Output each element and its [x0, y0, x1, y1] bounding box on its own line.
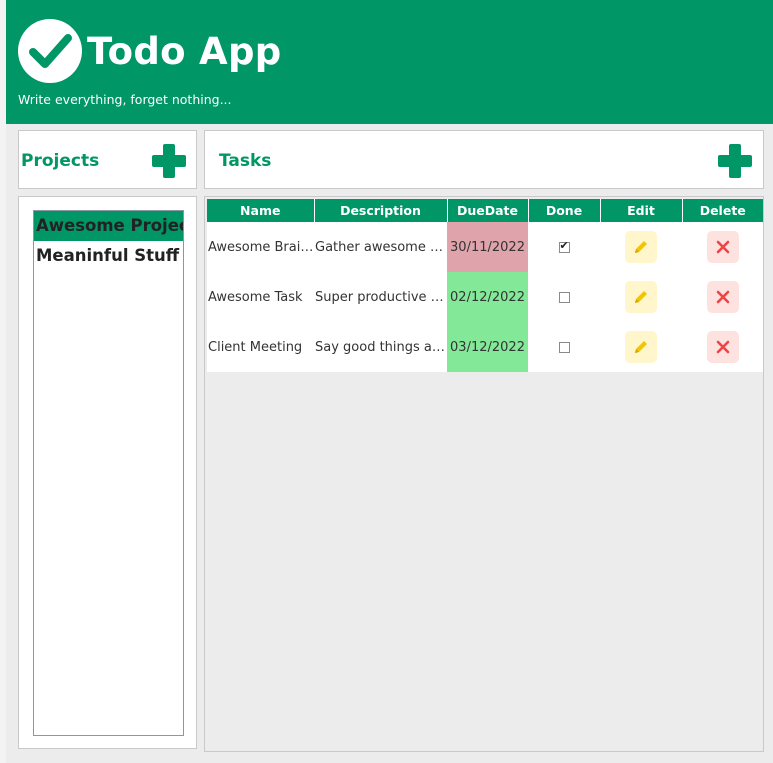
task-due-date: 03/12/2022: [447, 322, 528, 372]
project-item-label: Meaninful Stuff: [36, 246, 180, 265]
column-header-description[interactable]: Description: [314, 199, 448, 222]
pencil-icon: [635, 341, 647, 353]
add-project-button[interactable]: [152, 144, 186, 178]
task-delete-cell: [682, 322, 763, 372]
project-item-awesome-project[interactable]: Awesome Project: [34, 211, 183, 241]
task-done-cell: [528, 322, 600, 372]
task-description: Gather awesome te...: [314, 222, 447, 272]
tasks-header: Tasks: [204, 130, 764, 189]
table-row[interactable]: Awesome Brain... Gather awesome te... 30…: [207, 222, 763, 272]
tasks-title: Tasks: [219, 151, 272, 171]
table-header-row: Name Description DueDate Done Edit Delet…: [207, 199, 763, 222]
task-name: Awesome Brain...: [207, 222, 314, 272]
column-header-edit[interactable]: Edit: [600, 199, 683, 222]
add-task-button[interactable]: [718, 144, 752, 178]
projects-header: Projects: [18, 130, 197, 189]
done-checkbox[interactable]: [558, 239, 570, 253]
task-name: Client Meeting: [207, 322, 314, 372]
column-header-done[interactable]: Done: [528, 199, 601, 222]
column-header-name[interactable]: Name: [207, 199, 315, 222]
column-header-delete[interactable]: Delete: [682, 199, 763, 222]
edit-task-button[interactable]: [625, 331, 657, 363]
close-icon: [716, 290, 729, 304]
app-header: Todo App Write everything, forget nothin…: [6, 0, 773, 124]
tasks-table: Name Description DueDate Done Edit Delet…: [207, 199, 763, 372]
task-done-cell: [528, 272, 600, 322]
task-name: Awesome Task: [207, 272, 314, 322]
app-subtitle: Write everything, forget nothing...: [18, 92, 232, 107]
task-delete-cell: [682, 272, 763, 322]
pencil-icon: [635, 241, 647, 253]
todo-app-window: Todo App Write everything, forget nothin…: [6, 0, 773, 763]
table-row[interactable]: Awesome Task Super productive th... 02/1…: [207, 272, 763, 322]
tasks-panel: Name Description DueDate Done Edit Delet…: [204, 196, 764, 752]
task-delete-cell: [682, 222, 763, 272]
done-checkbox[interactable]: [558, 341, 570, 353]
table-row[interactable]: Client Meeting Say good things ab... 03/…: [207, 322, 763, 372]
edit-task-button[interactable]: [625, 231, 657, 263]
app-title: Todo App: [87, 30, 282, 73]
projects-panel: Awesome Project Meaninful Stuff: [18, 196, 197, 749]
edit-task-button[interactable]: [625, 281, 657, 313]
pencil-icon: [635, 291, 647, 303]
task-done-cell: [528, 222, 600, 272]
check-circle-icon: [18, 19, 82, 83]
delete-task-button[interactable]: [706, 331, 739, 363]
column-header-duedate[interactable]: DueDate: [447, 199, 529, 222]
projects-list[interactable]: Awesome Project Meaninful Stuff: [33, 210, 184, 736]
task-description: Super productive th...: [314, 272, 447, 322]
done-checkbox[interactable]: [558, 291, 570, 303]
task-description: Say good things ab...: [314, 322, 447, 372]
project-item-label: Awesome Project: [36, 216, 183, 235]
task-due-date: 02/12/2022: [447, 272, 528, 322]
delete-task-button[interactable]: [706, 281, 739, 313]
task-edit-cell: [600, 272, 682, 322]
close-icon: [716, 340, 729, 354]
delete-task-button[interactable]: [706, 231, 739, 263]
task-due-date: 30/11/2022: [447, 222, 528, 272]
task-edit-cell: [600, 222, 682, 272]
close-icon: [716, 240, 729, 254]
project-item-meaninful-stuff[interactable]: Meaninful Stuff: [34, 241, 183, 271]
task-edit-cell: [600, 322, 682, 372]
projects-title: Projects: [21, 151, 100, 171]
